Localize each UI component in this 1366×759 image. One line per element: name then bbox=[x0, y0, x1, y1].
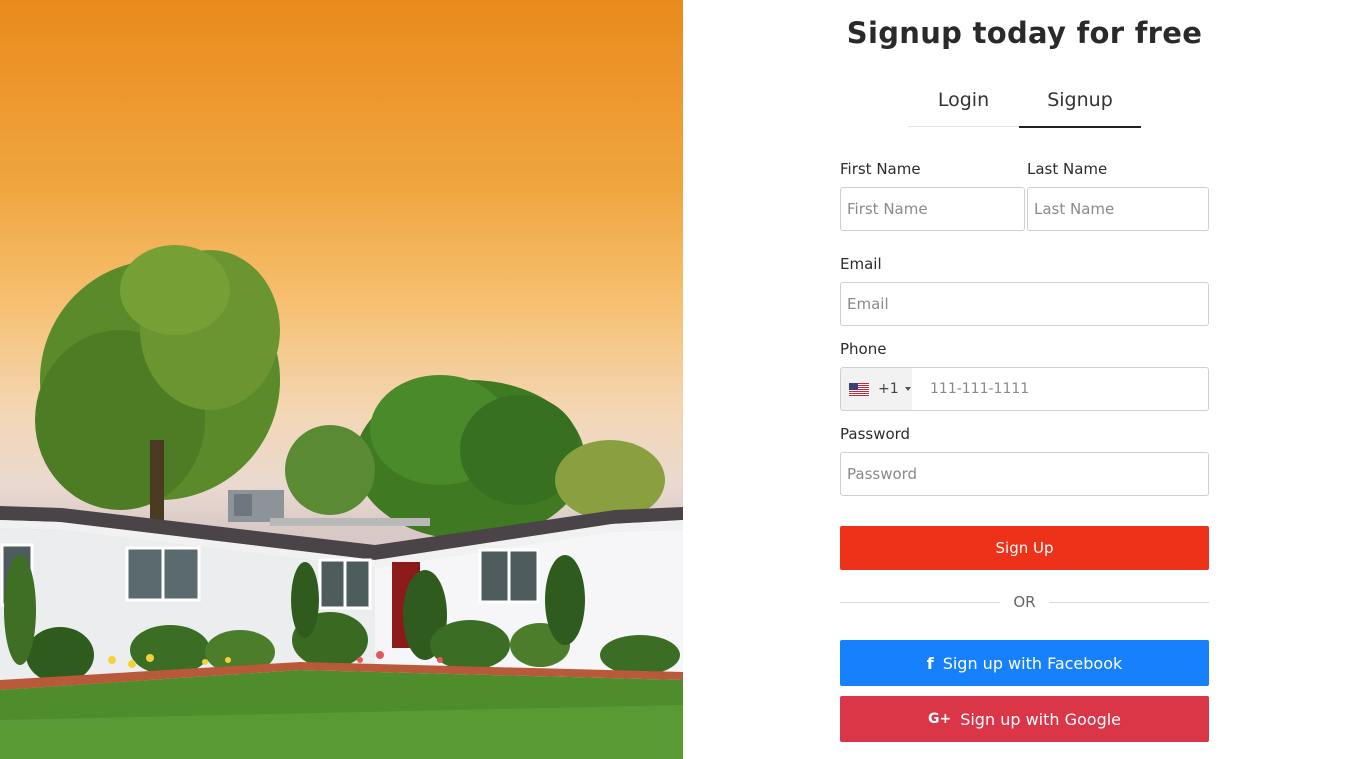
email-label: Email bbox=[840, 255, 882, 273]
first-name-label: First Name bbox=[840, 160, 921, 178]
house-illustration bbox=[0, 245, 683, 759]
country-code-dropdown[interactable]: +1 bbox=[841, 368, 912, 410]
password-label: Password bbox=[840, 425, 911, 443]
facebook-signup-label: Sign up with Facebook bbox=[942, 653, 1123, 673]
tab-signup[interactable]: Signup bbox=[1019, 80, 1141, 128]
dial-code: +1 bbox=[878, 381, 899, 397]
google-signup-label: Sign up with Google bbox=[960, 709, 1122, 729]
signup-panel: Signup today for free Login Signup First… bbox=[683, 0, 1366, 759]
google-signup-button[interactable]: G+ Sign up with Google bbox=[840, 696, 1209, 742]
sign-up-button[interactable]: Sign Up bbox=[840, 526, 1209, 570]
page-title: Signup today for free bbox=[846, 16, 1203, 50]
sign-up-button-label: Sign Up bbox=[995, 539, 1054, 557]
email-input[interactable] bbox=[840, 282, 1209, 326]
tab-login[interactable]: Login bbox=[908, 80, 1019, 128]
facebook-icon: f bbox=[926, 653, 934, 673]
phone-label: Phone bbox=[840, 340, 887, 358]
phone-input[interactable] bbox=[930, 368, 1200, 410]
facebook-signup-button[interactable]: f Sign up with Facebook bbox=[840, 640, 1209, 686]
us-flag-icon bbox=[849, 382, 869, 396]
tree-left bbox=[35, 245, 280, 520]
last-name-input[interactable] bbox=[1027, 187, 1209, 231]
phone-field: +1 bbox=[840, 367, 1209, 411]
chevron-down-icon bbox=[904, 387, 911, 391]
divider-line-right bbox=[1049, 602, 1209, 603]
hero-photo bbox=[0, 0, 683, 759]
google-plus-icon: G+ bbox=[927, 711, 952, 727]
password-input[interactable] bbox=[840, 452, 1209, 496]
auth-tabs: Login Signup bbox=[908, 80, 1141, 128]
first-name-input[interactable] bbox=[840, 187, 1025, 231]
or-divider: OR bbox=[840, 592, 1209, 614]
last-name-label: Last Name bbox=[1027, 160, 1108, 178]
